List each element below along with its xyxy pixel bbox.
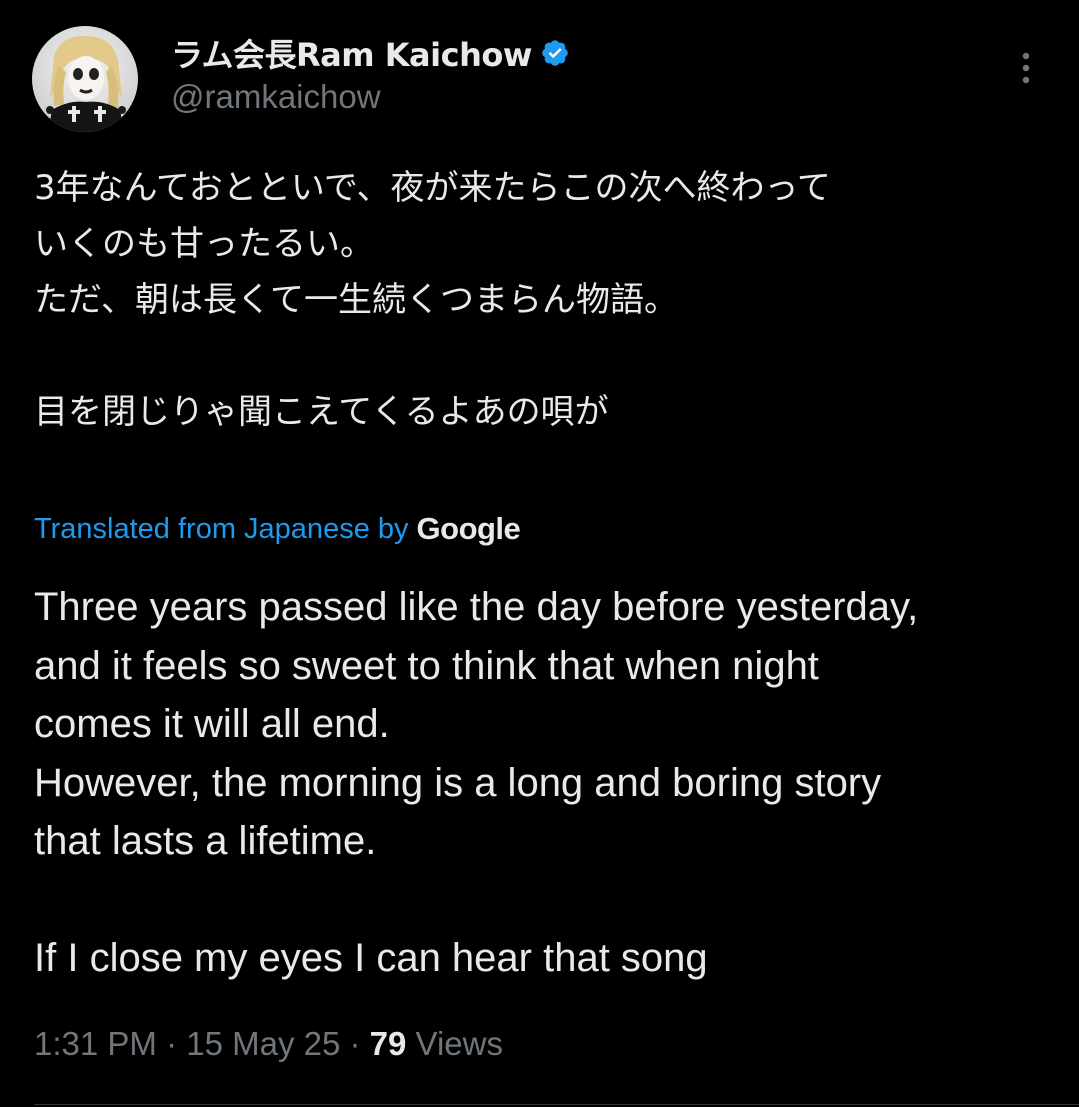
- meta-separator: ·: [340, 1025, 370, 1062]
- translated-line: and it feels so sweet to think that when…: [34, 643, 819, 688]
- translated-line: comes it will all end.: [34, 702, 390, 746]
- translated-line: However, the morning is a long and borin…: [34, 760, 882, 805]
- avatar[interactable]: [32, 26, 138, 132]
- translated-line: Three years passed like the day before y…: [34, 585, 919, 629]
- original-line: いくのも甘ったるい。: [34, 224, 374, 264]
- original-line: ただ、朝は長くて一生続くつまらん物語。: [34, 280, 678, 320]
- tweet-meta: 1:31 PM · 15 May 25 · 79 Views: [34, 1025, 503, 1063]
- translated-line: that lasts a lifetime.: [34, 819, 377, 863]
- translated-from-label[interactable]: Translated from Japanese by: [34, 513, 409, 546]
- tweet-original-text: 3年なんておとといで、夜が来たらこの次へ終わって いくのも甘ったるい。 ただ、朝…: [34, 160, 1064, 440]
- original-line-break: [34, 328, 1064, 384]
- google-logo: Google: [416, 511, 521, 546]
- tweet-translated-text: Three years passed like the day before y…: [34, 578, 1064, 988]
- translated-line-break: [34, 871, 1064, 930]
- original-line: 目を閉じりゃ聞こえてくるよあの唄が: [34, 392, 609, 432]
- original-line: 3年なんておとといで、夜が来たらこの次へ終わって: [34, 168, 831, 208]
- meta-separator: ·: [156, 1025, 187, 1062]
- tweet-time[interactable]: 1:31 PM: [34, 1025, 157, 1062]
- divider: [34, 1104, 1079, 1105]
- views-count[interactable]: 79: [370, 1025, 407, 1062]
- author-handle[interactable]: @ramkaichow: [171, 78, 381, 116]
- more-options-icon[interactable]: [1004, 48, 1048, 88]
- verified-badge-icon[interactable]: [540, 38, 570, 68]
- author-name-row[interactable]: ラム会長Ram Kaichow: [171, 30, 570, 76]
- views-label[interactable]: Views: [406, 1025, 503, 1062]
- tweet-date[interactable]: 15 May 25: [186, 1025, 340, 1062]
- display-name[interactable]: ラム会長Ram Kaichow: [171, 30, 532, 76]
- translation-attribution[interactable]: Translated from Japanese by Google: [34, 508, 521, 550]
- translated-line: If I close my eyes I can hear that song: [34, 936, 708, 980]
